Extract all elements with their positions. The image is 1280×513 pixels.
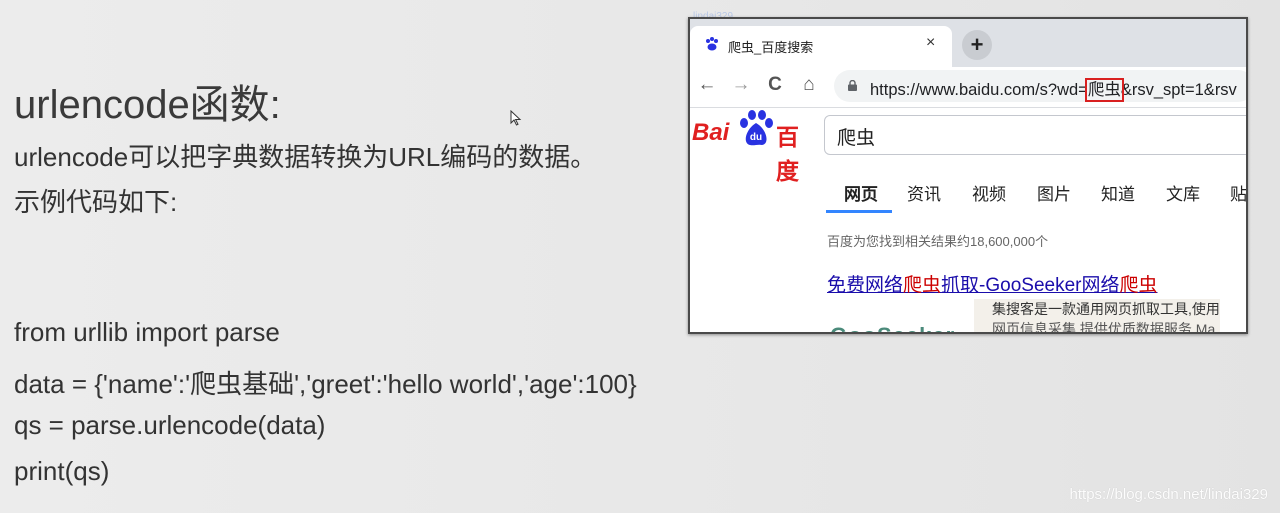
url-text: https://www.baidu.com/s?wd=爬虫&rsv_spt=1&… xyxy=(870,76,1237,102)
result-title-part: 免费网络 xyxy=(827,275,904,296)
snippet-line-2: 网页信息采集,提供优质数据服务,Ma xyxy=(992,321,1216,334)
baidu-logo[interactable]: Bai du 百度 xyxy=(692,109,818,184)
result-count: 百度为您找到相关结果约18,600,000个 xyxy=(827,234,1049,249)
search-result-link[interactable]: 免费网络爬虫抓取-GooSeeker网络爬虫 xyxy=(827,270,1158,297)
result-title-keyword: 爬虫 xyxy=(1119,275,1158,296)
logo-chinese-text: 百度 xyxy=(776,124,799,184)
snippet-line-1: 集搜客是一款通用网页抓取工具,使用 xyxy=(992,301,1220,317)
code-line-4: print(qs) xyxy=(14,456,110,486)
tab-zhidao[interactable]: 知道 xyxy=(1101,180,1135,205)
forward-icon[interactable]: → xyxy=(730,74,752,96)
address-bar[interactable]: https://www.baidu.com/s?wd=爬虫&rsv_spt=1&… xyxy=(834,70,1246,102)
slide-example-label: 示例代码如下: xyxy=(14,187,178,217)
active-tab-underline xyxy=(826,210,892,213)
browser-toolbar: ← → C ⌂ https://www.baidu.com/s?wd=爬虫&rs… xyxy=(690,67,1246,108)
logo-bai-text: Bai xyxy=(692,119,730,146)
logo-du-text: du xyxy=(750,132,762,143)
mouse-cursor-icon xyxy=(510,110,522,126)
watermark: https://blog.csdn.net/lindai329 xyxy=(1069,486,1268,503)
home-icon[interactable]: ⌂ xyxy=(798,74,820,96)
baidu-paw-icon xyxy=(706,37,718,51)
slide-title: urlencode函数: xyxy=(14,83,281,127)
tab-news[interactable]: 资讯 xyxy=(907,180,941,205)
tab-images[interactable]: 图片 xyxy=(1037,180,1071,205)
tab-title: 爬虫_百度搜索 xyxy=(728,40,814,55)
partial-heading: GooSeeker xyxy=(830,323,955,332)
code-line-3: qs = parse.urlencode(data) xyxy=(14,410,326,440)
slide-description: urlencode可以把字典数据转换为URL编码的数据。 xyxy=(14,142,597,172)
result-title-part: 抓取-GooSeeker网络 xyxy=(941,275,1120,296)
browser-screenshot: 爬虫_百度搜索 × + ← → C ⌂ https://www.baidu.co… xyxy=(688,17,1248,334)
url-keyword-highlight: 爬虫 xyxy=(1084,78,1124,102)
lock-icon xyxy=(848,80,857,91)
tab-webpage[interactable]: 网页 xyxy=(844,180,878,205)
back-icon[interactable]: ← xyxy=(696,74,718,96)
tab-video[interactable]: 视频 xyxy=(972,180,1006,205)
url-prefix: https://www.baidu.com/s?wd= xyxy=(870,81,1088,99)
search-query: 爬虫 xyxy=(837,128,876,149)
tab-tieba[interactable]: 贴 xyxy=(1230,180,1246,205)
code-line-1: from urllib import parse xyxy=(14,317,280,347)
baidu-paw-logo-icon: du xyxy=(740,110,773,146)
browser-tab[interactable]: 爬虫_百度搜索 × xyxy=(690,26,952,67)
code-line-2: data = {'name':'爬虫基础','greet':'hello wor… xyxy=(14,369,637,399)
tab-close-icon[interactable]: × xyxy=(926,34,935,52)
tab-strip: 爬虫_百度搜索 × + xyxy=(690,19,1246,67)
tab-wenku[interactable]: 文库 xyxy=(1166,180,1200,205)
reload-icon[interactable]: C xyxy=(764,74,786,96)
result-snippet: 集搜客是一款通用网页抓取工具,使用 网页信息采集,提供优质数据服务,Ma xyxy=(974,299,1220,334)
new-tab-button[interactable]: + xyxy=(962,30,992,60)
url-suffix: &rsv_spt=1&rsv xyxy=(1120,81,1237,99)
result-title-keyword: 爬虫 xyxy=(903,275,942,296)
search-input[interactable]: 爬虫 xyxy=(824,115,1246,155)
